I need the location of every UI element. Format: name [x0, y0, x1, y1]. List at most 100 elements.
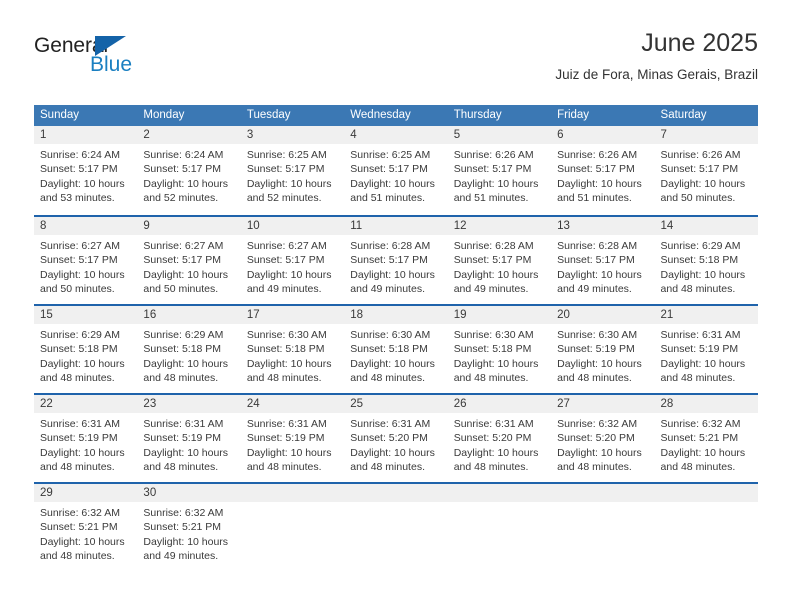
day-cell[interactable]: 3 Sunrise: 6:25 AM Sunset: 5:17 PM Dayli…: [240, 126, 345, 215]
day-number: 3: [240, 126, 345, 144]
daylight-text-line2: and 48 minutes.: [40, 550, 115, 563]
day-cell[interactable]: 19 Sunrise: 6:30 AM Sunset: 5:18 PM Dayl…: [447, 306, 552, 393]
sunrise-text: Sunrise: 6:26 AM: [557, 149, 638, 161]
sunrise-text: Sunrise: 6:29 AM: [40, 329, 120, 341]
daylight-text-line2: and 51 minutes.: [557, 192, 632, 205]
day-cell[interactable]: 30 Sunrise: 6:32 AM Sunset: 5:21 PM Dayl…: [137, 484, 241, 571]
daylight-text-line1: Daylight: 10 hours: [453, 177, 539, 190]
day-number: 1: [34, 126, 138, 144]
day-number: 15: [34, 306, 138, 324]
sunset-text: Sunset: 5:21 PM: [660, 432, 739, 445]
sunset-text: Sunset: 5:17 PM: [557, 163, 635, 176]
weekday-saturday: Saturday: [660, 109, 707, 121]
sunrise-text: Sunrise: 6:31 AM: [143, 418, 224, 430]
daylight-text-line1: Daylight: 10 hours: [246, 177, 332, 190]
weekday-header-row: Sunday Monday Tuesday Wednesday Thursday…: [34, 105, 758, 126]
sunset-text: Sunset: 5:17 PM: [660, 163, 739, 176]
day-cell[interactable]: 22 Sunrise: 6:31 AM Sunset: 5:19 PM Dayl…: [34, 395, 138, 482]
week-row: 8 Sunrise: 6:27 AM Sunset: 5:17 PM Dayli…: [34, 215, 758, 304]
day-details: Sunrise: 6:27 AM Sunset: 5:17 PM Dayligh…: [34, 235, 137, 297]
daylight-text-line2: and 48 minutes.: [246, 461, 322, 474]
sunrise-text: Sunrise: 6:32 AM: [660, 418, 741, 430]
daylight-text-line2: and 48 minutes.: [660, 372, 736, 385]
day-cell[interactable]: 24 Sunrise: 6:31 AM Sunset: 5:19 PM Dayl…: [240, 395, 345, 482]
day-cell[interactable]: 13 Sunrise: 6:28 AM Sunset: 5:17 PM Dayl…: [551, 217, 655, 304]
day-cell[interactable]: 18 Sunrise: 6:30 AM Sunset: 5:18 PM Dayl…: [344, 306, 448, 393]
logo[interactable]: General Blue: [34, 34, 234, 86]
day-number: 20: [551, 306, 655, 324]
day-cell[interactable]: 12 Sunrise: 6:28 AM Sunset: 5:17 PM Dayl…: [447, 217, 552, 304]
day-cell[interactable]: 28 Sunrise: 6:32 AM Sunset: 5:21 PM Dayl…: [654, 395, 758, 482]
day-cell[interactable]: 1 Sunrise: 6:24 AM Sunset: 5:17 PM Dayli…: [34, 126, 138, 215]
day-details: Sunrise: 6:29 AM Sunset: 5:18 PM Dayligh…: [34, 324, 137, 386]
day-cell[interactable]: 17 Sunrise: 6:30 AM Sunset: 5:18 PM Dayl…: [240, 306, 345, 393]
day-details: Sunrise: 6:26 AM Sunset: 5:17 PM Dayligh…: [551, 144, 654, 206]
day-cell-empty: [344, 484, 448, 571]
day-number: 24: [240, 395, 345, 413]
day-details: Sunrise: 6:27 AM Sunset: 5:17 PM Dayligh…: [137, 235, 240, 297]
sunrise-text: Sunrise: 6:26 AM: [453, 149, 534, 161]
daylight-text-line1: Daylight: 10 hours: [246, 357, 332, 370]
day-cell[interactable]: 5 Sunrise: 6:26 AM Sunset: 5:17 PM Dayli…: [447, 126, 552, 215]
day-cell[interactable]: 8 Sunrise: 6:27 AM Sunset: 5:17 PM Dayli…: [34, 217, 138, 304]
day-number: 13: [551, 217, 655, 235]
day-number: 21: [654, 306, 758, 324]
day-cell[interactable]: 20 Sunrise: 6:30 AM Sunset: 5:19 PM Dayl…: [551, 306, 655, 393]
day-cell[interactable]: 25 Sunrise: 6:31 AM Sunset: 5:20 PM Dayl…: [344, 395, 448, 482]
sunrise-text: Sunrise: 6:31 AM: [453, 418, 534, 430]
day-cell[interactable]: 27 Sunrise: 6:32 AM Sunset: 5:20 PM Dayl…: [551, 395, 655, 482]
daylight-text-line2: and 49 minutes.: [350, 283, 425, 296]
day-cell[interactable]: 2 Sunrise: 6:24 AM Sunset: 5:17 PM Dayli…: [137, 126, 241, 215]
daylight-text-line2: and 53 minutes.: [40, 192, 115, 205]
sunset-text: Sunset: 5:19 PM: [40, 432, 118, 445]
week-row: 22 Sunrise: 6:31 AM Sunset: 5:19 PM Dayl…: [34, 393, 758, 482]
day-cell[interactable]: 14 Sunrise: 6:29 AM Sunset: 5:18 PM Dayl…: [654, 217, 758, 304]
day-cell[interactable]: 11 Sunrise: 6:28 AM Sunset: 5:17 PM Dayl…: [344, 217, 448, 304]
day-cell[interactable]: 10 Sunrise: 6:27 AM Sunset: 5:17 PM Dayl…: [240, 217, 345, 304]
sunset-text: Sunset: 5:19 PM: [246, 432, 325, 445]
day-cell[interactable]: 4 Sunrise: 6:25 AM Sunset: 5:17 PM Dayli…: [344, 126, 448, 215]
week-row: 15 Sunrise: 6:29 AM Sunset: 5:18 PM Dayl…: [34, 304, 758, 393]
day-cell[interactable]: 7 Sunrise: 6:26 AM Sunset: 5:17 PM Dayli…: [654, 126, 758, 215]
daylight-text-line2: and 49 minutes.: [453, 283, 529, 296]
day-cell[interactable]: 15 Sunrise: 6:29 AM Sunset: 5:18 PM Dayl…: [34, 306, 138, 393]
daylight-text-line2: and 51 minutes.: [350, 192, 425, 205]
day-cell[interactable]: 6 Sunrise: 6:26 AM Sunset: 5:17 PM Dayli…: [551, 126, 655, 215]
page-header: General Blue June 2025 Juiz de Fora, Min…: [34, 28, 758, 94]
page-title: June 2025: [641, 29, 758, 57]
day-cell[interactable]: 21 Sunrise: 6:31 AM Sunset: 5:19 PM Dayl…: [654, 306, 758, 393]
daylight-text-line2: and 49 minutes.: [143, 550, 219, 563]
day-details: Sunrise: 6:31 AM Sunset: 5:20 PM Dayligh…: [448, 413, 551, 475]
sunrise-text: Sunrise: 6:31 AM: [40, 418, 120, 430]
day-number: 30: [137, 484, 241, 502]
day-number: 26: [447, 395, 552, 413]
day-cell[interactable]: 29 Sunrise: 6:32 AM Sunset: 5:21 PM Dayl…: [34, 484, 138, 571]
daylight-text-line2: and 50 minutes.: [660, 192, 736, 205]
sunrise-text: Sunrise: 6:26 AM: [660, 149, 741, 161]
sunset-text: Sunset: 5:17 PM: [143, 163, 222, 176]
day-details: Sunrise: 6:25 AM Sunset: 5:17 PM Dayligh…: [241, 144, 344, 206]
daylight-text-line1: Daylight: 10 hours: [557, 177, 642, 190]
sunrise-text: Sunrise: 6:31 AM: [660, 329, 741, 341]
day-details: Sunrise: 6:27 AM Sunset: 5:17 PM Dayligh…: [241, 235, 344, 297]
daylight-text-line1: Daylight: 10 hours: [660, 357, 746, 370]
sunrise-text: Sunrise: 6:32 AM: [40, 507, 120, 519]
daylight-text-line2: and 48 minutes.: [660, 461, 736, 474]
daylight-text-line1: Daylight: 10 hours: [350, 357, 435, 370]
daylight-text-line1: Daylight: 10 hours: [143, 535, 229, 548]
sunrise-text: Sunrise: 6:32 AM: [557, 418, 638, 430]
day-cell-empty: [654, 484, 758, 571]
sunset-text: Sunset: 5:17 PM: [557, 254, 635, 267]
daylight-text-line1: Daylight: 10 hours: [143, 446, 229, 459]
daylight-text-line1: Daylight: 10 hours: [143, 177, 229, 190]
weekday-monday: Monday: [143, 109, 185, 121]
daylight-text-line2: and 52 minutes.: [143, 192, 219, 205]
day-details: Sunrise: 6:29 AM Sunset: 5:18 PM Dayligh…: [655, 235, 758, 297]
day-cell[interactable]: 9 Sunrise: 6:27 AM Sunset: 5:17 PM Dayli…: [137, 217, 241, 304]
weekday-wednesday: Wednesday: [350, 109, 411, 121]
daylight-text-line1: Daylight: 10 hours: [557, 357, 642, 370]
day-cell[interactable]: 26 Sunrise: 6:31 AM Sunset: 5:20 PM Dayl…: [447, 395, 552, 482]
day-cell[interactable]: 16 Sunrise: 6:29 AM Sunset: 5:18 PM Dayl…: [137, 306, 241, 393]
day-cell[interactable]: 23 Sunrise: 6:31 AM Sunset: 5:19 PM Dayl…: [137, 395, 241, 482]
daylight-text-line2: and 48 minutes.: [557, 372, 632, 385]
